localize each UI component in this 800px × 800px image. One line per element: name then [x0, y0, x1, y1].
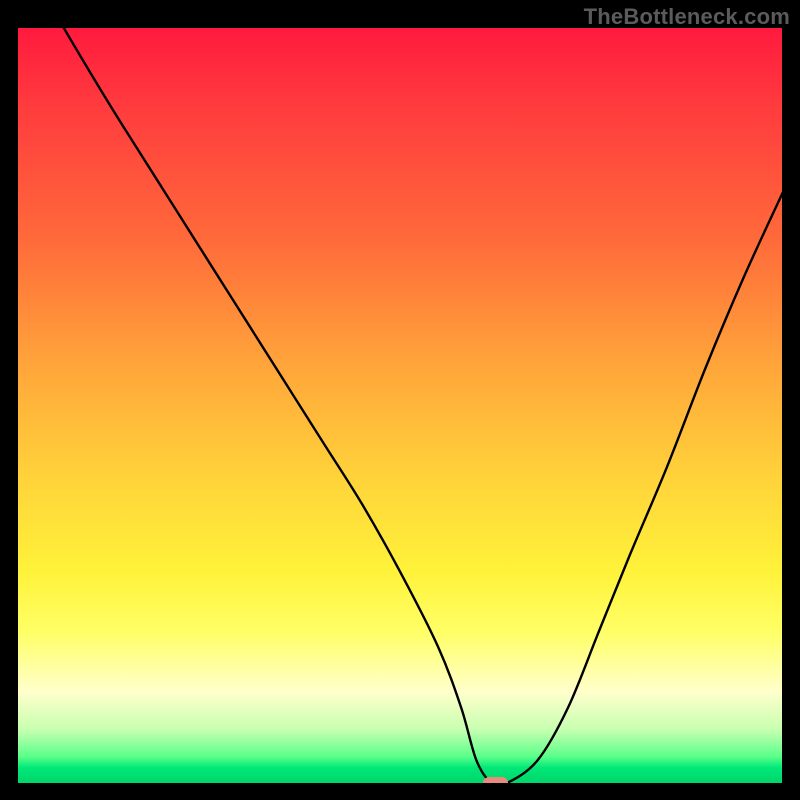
watermark-text: TheBottleneck.com: [584, 4, 790, 30]
plot-area: [18, 28, 782, 783]
optimal-marker: [483, 777, 507, 783]
chart-frame: TheBottleneck.com: [0, 0, 800, 800]
bottleneck-curve: [18, 28, 782, 783]
